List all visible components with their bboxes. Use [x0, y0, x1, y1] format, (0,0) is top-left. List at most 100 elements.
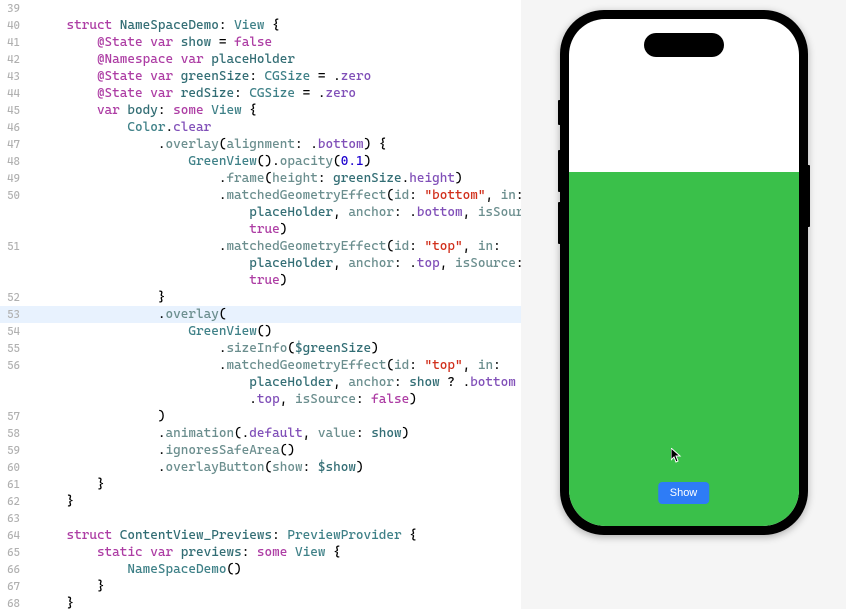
show-button[interactable]: Show: [658, 482, 710, 504]
code-line[interactable]: 54 GreenView(): [0, 323, 521, 340]
code-line[interactable]: 39: [0, 0, 521, 17]
code-content[interactable]: GreenView().opacity(0.1): [28, 154, 521, 169]
code-content[interactable]: struct ContentView_Previews: PreviewProv…: [28, 528, 521, 543]
code-content[interactable]: }: [28, 290, 521, 305]
line-number: 55: [0, 342, 28, 355]
code-content[interactable]: static var previews: some View {: [28, 545, 521, 560]
code-line[interactable]: 63: [0, 510, 521, 527]
iphone-screen: Show: [569, 19, 799, 526]
code-line[interactable]: 55 .sizeInfo($greenSize): [0, 340, 521, 357]
line-number: 45: [0, 104, 28, 117]
green-view: [569, 172, 799, 526]
code-line[interactable]: 44 @State var redSize: CGSize = .zero: [0, 85, 521, 102]
volume-down-button: [558, 202, 561, 244]
line-number: 59: [0, 444, 28, 457]
power-button: [807, 165, 810, 227]
code-content[interactable]: struct NameSpaceDemo: View {: [28, 18, 521, 33]
code-line[interactable]: placeHolder, anchor: show ? .bottom :: [0, 374, 521, 391]
line-number: 64: [0, 529, 28, 542]
code-content[interactable]: .matchedGeometryEffect(id: "top", in:: [28, 358, 521, 373]
line-number: 46: [0, 121, 28, 134]
code-content[interactable]: @State var greenSize: CGSize = .zero: [28, 69, 521, 84]
code-line[interactable]: 58 .animation(.default, value: show): [0, 425, 521, 442]
line-number: 49: [0, 172, 28, 185]
line-number: 63: [0, 512, 28, 525]
code-line[interactable]: 62 }: [0, 493, 521, 510]
code-content[interactable]: true): [28, 273, 521, 288]
code-content[interactable]: .overlayButton(show: $show): [28, 460, 521, 475]
code-editor[interactable]: 39 40 struct NameSpaceDemo: View {41 @Sta…: [0, 0, 521, 609]
code-line[interactable]: placeHolder, anchor: .bottom, isSource:: [0, 204, 521, 221]
code-content[interactable]: .overlay(: [28, 307, 521, 322]
code-content[interactable]: .ignoresSafeArea(): [28, 443, 521, 458]
code-content[interactable]: placeHolder, anchor: show ? .bottom :: [28, 375, 521, 390]
code-line[interactable]: 60 .overlayButton(show: $show): [0, 459, 521, 476]
code-content[interactable]: @Namespace var placeHolder: [28, 52, 521, 67]
code-line[interactable]: 67 }: [0, 578, 521, 595]
code-content[interactable]: true): [28, 222, 521, 237]
code-line[interactable]: 48 GreenView().opacity(0.1): [0, 153, 521, 170]
code-line[interactable]: 66 NameSpaceDemo(): [0, 561, 521, 578]
preview-panel: Show: [521, 0, 846, 609]
code-content[interactable]: }: [28, 477, 521, 492]
code-line[interactable]: 52 }: [0, 289, 521, 306]
code-content[interactable]: NameSpaceDemo(): [28, 562, 521, 577]
code-content[interactable]: .overlay(alignment: .bottom) {: [28, 137, 521, 152]
code-content[interactable]: placeHolder, anchor: .top, isSource:: [28, 256, 521, 271]
code-line[interactable]: 46 Color.clear: [0, 119, 521, 136]
code-line[interactable]: .top, isSource: false): [0, 391, 521, 408]
code-line[interactable]: 49 .frame(height: greenSize.height): [0, 170, 521, 187]
code-content[interactable]: .frame(height: greenSize.height): [28, 171, 521, 186]
code-content[interactable]: ): [28, 409, 521, 424]
code-content[interactable]: GreenView(): [28, 324, 521, 339]
code-line[interactable]: 57 ): [0, 408, 521, 425]
code-content[interactable]: .top, isSource: false): [28, 392, 521, 407]
code-line[interactable]: 65 static var previews: some View {: [0, 544, 521, 561]
code-line[interactable]: 43 @State var greenSize: CGSize = .zero: [0, 68, 521, 85]
code-line[interactable]: 47 .overlay(alignment: .bottom) {: [0, 136, 521, 153]
code-content[interactable]: placeHolder, anchor: .bottom, isSource:: [28, 205, 521, 220]
code-line[interactable]: true): [0, 272, 521, 289]
code-line[interactable]: 64 struct ContentView_Previews: PreviewP…: [0, 527, 521, 544]
line-number: 44: [0, 87, 28, 100]
code-content[interactable]: .matchedGeometryEffect(id: "bottom", in:: [28, 188, 521, 203]
code-line[interactable]: 45 var body: some View {: [0, 102, 521, 119]
code-content[interactable]: .animation(.default, value: show): [28, 426, 521, 441]
code-content[interactable]: var body: some View {: [28, 103, 521, 118]
line-number: 40: [0, 19, 28, 32]
silence-button: [558, 100, 561, 125]
line-number: 48: [0, 155, 28, 168]
dynamic-island: [644, 33, 724, 57]
code-content[interactable]: .matchedGeometryEffect(id: "top", in:: [28, 239, 521, 254]
code-line[interactable]: 56 .matchedGeometryEffect(id: "top", in:: [0, 357, 521, 374]
code-line[interactable]: 41 @State var show = false: [0, 34, 521, 51]
line-number: 39: [0, 2, 28, 15]
code-content[interactable]: @State var show = false: [28, 35, 521, 50]
line-number: 61: [0, 478, 28, 491]
line-number: 54: [0, 325, 28, 338]
code-line[interactable]: 59 .ignoresSafeArea(): [0, 442, 521, 459]
code-content[interactable]: @State var redSize: CGSize = .zero: [28, 86, 521, 101]
mouse-cursor-icon: [671, 448, 683, 464]
code-content[interactable]: }: [28, 596, 521, 609]
code-line[interactable]: 51 .matchedGeometryEffect(id: "top", in:: [0, 238, 521, 255]
code-content[interactable]: Color.clear: [28, 120, 521, 135]
code-line[interactable]: 40 struct NameSpaceDemo: View {: [0, 17, 521, 34]
code-content[interactable]: }: [28, 494, 521, 509]
line-number: 47: [0, 138, 28, 151]
volume-up-button: [558, 150, 561, 192]
code-line[interactable]: 53 .overlay(: [0, 306, 521, 323]
line-number: 66: [0, 563, 28, 576]
code-line[interactable]: 50 .matchedGeometryEffect(id: "bottom", …: [0, 187, 521, 204]
line-number: 51: [0, 240, 28, 253]
code-line[interactable]: 42 @Namespace var placeHolder: [0, 51, 521, 68]
code-content[interactable]: }: [28, 579, 521, 594]
code-line[interactable]: 61 }: [0, 476, 521, 493]
line-number: 50: [0, 189, 28, 202]
code-line[interactable]: true): [0, 221, 521, 238]
line-number: 67: [0, 580, 28, 593]
code-line[interactable]: placeHolder, anchor: .top, isSource:: [0, 255, 521, 272]
code-content[interactable]: .sizeInfo($greenSize): [28, 341, 521, 356]
code-line[interactable]: 68 }: [0, 595, 521, 609]
line-number: 68: [0, 597, 28, 609]
